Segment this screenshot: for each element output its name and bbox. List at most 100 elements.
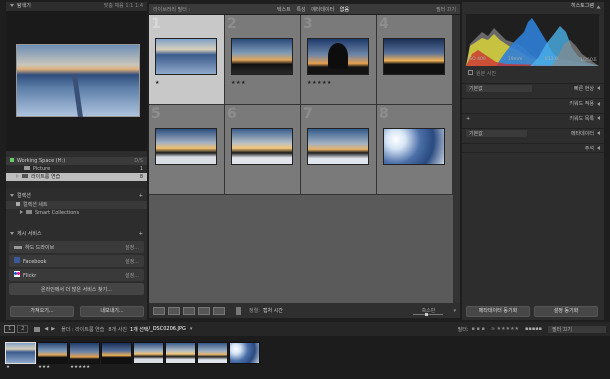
grid-cell[interactable]: 8	[377, 105, 453, 195]
filter-flag-icons[interactable]: ▪ ▪ ▪	[471, 326, 484, 332]
add-service-icon[interactable]: +	[139, 230, 143, 239]
screen-1-button[interactable]: 1	[4, 325, 16, 333]
sync-settings-button[interactable]: 설정 동기화	[534, 306, 598, 317]
sort-dropdown[interactable]: 캡처 시간	[263, 307, 283, 314]
people-view-icon[interactable]	[213, 306, 225, 315]
smart-collections-row[interactable]: Smart Collections	[6, 209, 147, 217]
forward-arrow-icon[interactable]: ▶	[51, 326, 55, 332]
star-rating[interactable]: ★	[155, 80, 160, 86]
histogram-chart[interactable]: ISO 400 19mm f/13.0 1/250초	[466, 14, 599, 66]
thumbnail-image[interactable]	[155, 38, 217, 75]
filter-tab-none[interactable]: 없음	[340, 7, 349, 13]
grid-view-icon[interactable]	[153, 306, 165, 315]
filename-dropdown-icon[interactable]: ▾	[190, 326, 193, 332]
grid-cell[interactable]: 4	[377, 15, 453, 105]
thumbnail-image[interactable]	[383, 128, 445, 165]
star-rating[interactable]: ★★★★★	[307, 80, 332, 86]
filter-tab-text[interactable]: 텍스트	[277, 7, 291, 13]
original-photo-toggle[interactable]: 원본 사진	[468, 70, 496, 77]
grid-cell[interactable]: 5	[149, 105, 225, 195]
compare-view-icon[interactable]	[183, 306, 195, 315]
publish-harddrive[interactable]: 하드 드라이브 설정...	[9, 241, 144, 253]
section-keyword-list[interactable]: + 키워드 목록	[462, 113, 604, 123]
zoom-fill[interactable]: 채움	[115, 3, 124, 9]
toolbar-menu-chevron-icon[interactable]: ▾	[453, 308, 456, 314]
folder-row-practice[interactable]: 라이트룸 연습 8	[6, 173, 147, 181]
filter-star-icons[interactable]: ≥ ★★★★★	[491, 326, 519, 332]
grid-cell[interactable]: 6	[225, 105, 301, 195]
filmstrip-thumb[interactable]	[197, 342, 228, 364]
import-button[interactable]: 가져오기...	[10, 306, 74, 317]
metadata-preset-dropdown[interactable]: 기본값	[466, 130, 527, 137]
back-arrow-icon[interactable]: ◀	[44, 326, 48, 332]
histogram-header[interactable]: 히스토그램	[462, 2, 604, 11]
add-keyword-icon[interactable]: +	[466, 116, 470, 122]
grid-mode-icon[interactable]	[34, 326, 41, 332]
thumbnail-size-slider[interactable]	[413, 312, 444, 316]
thumbnail-image[interactable]	[307, 38, 369, 75]
service-settings-link[interactable]: 설정...	[125, 272, 139, 279]
navigator-preview-image[interactable]	[16, 44, 140, 117]
navigator-title: 탐색기	[17, 3, 31, 9]
spray-can-icon[interactable]	[236, 306, 241, 315]
volume-row[interactable]: Working Space (H:) D/S	[6, 157, 147, 165]
publish-flickr[interactable]: Flickr 설정...	[9, 269, 144, 281]
filter-preset[interactable]: 필터 끄기	[436, 6, 456, 13]
service-settings-link[interactable]: 설정...	[125, 244, 139, 251]
navigator-header[interactable]: 탐색기 맞춤 채움 1:1 1:4	[6, 2, 147, 11]
star-rating[interactable]: ★★★	[231, 80, 246, 86]
section-keyword-apply[interactable]: 키워드 적용	[462, 98, 604, 108]
filmstrip-thumb[interactable]	[101, 342, 132, 364]
zoom-1-4[interactable]: 1:4	[135, 3, 143, 9]
folder-label: 라이트룸 연습	[31, 174, 61, 180]
filmstrip-thumb[interactable]	[37, 342, 68, 364]
service-settings-link[interactable]: 설정...	[125, 258, 139, 265]
filter-tab-metadata[interactable]: 메타데이터	[311, 7, 334, 13]
grid-scrollbar[interactable]	[453, 15, 460, 303]
checkbox-icon[interactable]	[468, 70, 473, 75]
snow-path-shape	[72, 75, 83, 117]
thumbnail-image[interactable]	[155, 128, 217, 165]
loupe-view-icon[interactable]	[168, 306, 180, 315]
thumbnail-image[interactable]	[307, 128, 369, 165]
section-comments[interactable]: 주석	[462, 143, 604, 153]
zoom-fit[interactable]: 맞춤	[104, 3, 113, 9]
export-button[interactable]: 내보내기...	[80, 306, 144, 317]
survey-view-icon[interactable]	[198, 306, 210, 315]
collection-set-row[interactable]: 컬렉션 세트	[6, 201, 147, 209]
quick-develop-row[interactable]: 기본값 빠른 현상	[462, 83, 604, 93]
sync-metadata-button[interactable]: 메타데이터 동기화	[466, 306, 530, 317]
add-collection-icon[interactable]: +	[139, 192, 143, 201]
thumbnail-image[interactable]	[231, 128, 293, 165]
expand-triangle-icon	[597, 86, 600, 90]
grid-cell[interactable]: 7	[301, 105, 377, 195]
thumbnail-image[interactable]	[383, 38, 445, 75]
collections-header[interactable]: 컬렉션 +	[6, 192, 147, 201]
publish-facebook[interactable]: Facebook 설정...	[9, 255, 144, 267]
screen-2-button[interactable]: 2	[17, 325, 29, 333]
filmstrip-thumb[interactable]	[69, 342, 100, 364]
cell-index: 1	[151, 16, 161, 32]
filter-color-icons[interactable]: ▪▪▪▪▪	[525, 326, 542, 332]
filmstrip-thumb[interactable]	[5, 342, 36, 364]
filmstrip-thumb[interactable]	[165, 342, 196, 364]
filter-tab-attribute[interactable]: 특성	[296, 7, 305, 13]
filter-dropdown[interactable]: 필터 끄기	[548, 325, 606, 333]
filmstrip-rating: ★★★★★	[70, 365, 91, 370]
find-more-services-button[interactable]: 온라인에서 더 많은 서비스 찾기...	[9, 283, 144, 295]
section-metadata[interactable]: 기본값 메타데이터	[462, 128, 604, 138]
preset-dropdown[interactable]: 기본값	[466, 85, 532, 92]
grid-cell[interactable]: 1 ★	[149, 15, 225, 105]
grid-cell[interactable]: 3 ★★★★★	[301, 15, 377, 105]
filmstrip-thumb[interactable]	[133, 342, 164, 364]
navigator-zoom-options[interactable]: 맞춤 채움 1:1 1:4	[104, 2, 143, 11]
cell-index: 8	[379, 106, 389, 122]
thumbnail-size-control[interactable]: 축소판	[413, 307, 444, 316]
zoom-1-1[interactable]: 1:1	[125, 3, 133, 9]
filmstrip-thumb[interactable]	[229, 342, 260, 364]
thumbnail-image[interactable]	[231, 38, 293, 75]
publish-header[interactable]: 게시 서비스 +	[6, 230, 147, 239]
folder-path[interactable]: 폴더 : 라이트룸 연습	[61, 326, 104, 333]
folder-row-picture[interactable]: Picture 1	[6, 165, 147, 173]
grid-cell[interactable]: 2 ★★★	[225, 15, 301, 105]
